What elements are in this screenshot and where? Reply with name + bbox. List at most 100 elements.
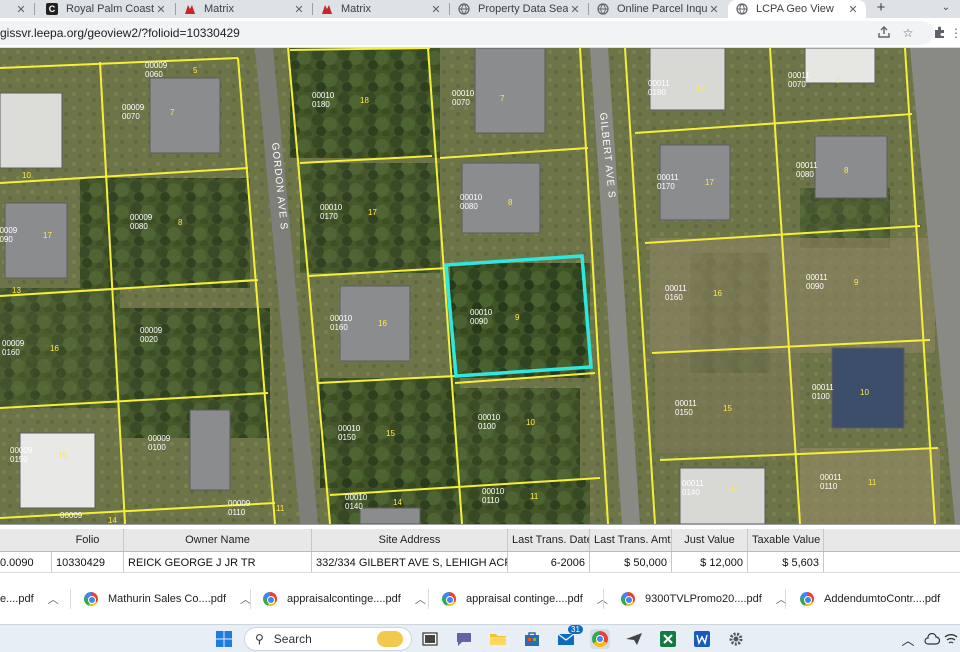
tab-search-chevron-icon[interactable]: ⌄ [936,0,956,18]
col-owner-name[interactable]: Owner Name [124,529,312,551]
send-arrow-icon[interactable] [624,629,644,649]
parcel-id-block: 00010 [460,193,483,202]
settings-gear-icon[interactable] [726,629,746,649]
windows-start-icon[interactable] [214,629,234,649]
globe-icon [597,3,609,15]
close-tab-icon[interactable]: ✕ [14,3,28,16]
excel-icon[interactable] [658,629,678,649]
close-tab-icon[interactable]: ✕ [846,3,860,16]
parcel-id-lot: 0060 [145,70,163,79]
download-item[interactable]: Mathurin Sales Co....pdf ︿ [84,585,251,613]
parcel-lot-number: 11 [530,492,539,501]
col-just-value[interactable]: Just Value [672,529,748,551]
chrome-taskbar-icon[interactable] [590,629,610,649]
parcel-lot-number: 16 [50,344,59,353]
more-menu-icon[interactable]: ⋮ [950,25,960,41]
mail-icon[interactable]: 31 [556,625,583,649]
taskbar-search-box[interactable]: ⚲ Search [244,627,412,651]
close-tab-icon[interactable]: ✕ [154,3,168,16]
parcel-id-block: 00010 [452,89,475,98]
parcel-lot-number: 17 [43,231,52,240]
parcel-id-block: 00011 [788,71,810,80]
close-tab-icon[interactable]: ✕ [568,3,582,16]
parcel-id-block: 00009 [0,226,18,235]
tab-matrix-1[interactable]: Matrix ✕ [176,0,312,18]
tab-strip: ✕ C Royal Palm Coast REA ✕ Matrix ✕ Matr… [0,0,960,18]
tab-0[interactable]: ✕ [0,0,34,18]
parcel-id-lot: 0100 [812,392,830,401]
col-taxable-value[interactable]: Taxable Value [748,529,824,551]
parcel-id-lot: 0180 [312,100,330,109]
download-item[interactable]: appraisalcontinge....pdf ︿ [263,585,426,613]
parcel-id-lot: 0070 [788,80,806,89]
word-icon[interactable] [692,629,712,649]
chrome-icon [84,592,98,606]
tab-online-parcel-inquiry[interactable]: Online Parcel Inquiry ✕ [589,0,727,18]
parcel-id-lot: 0110 [228,508,246,517]
teams-chat-icon[interactable] [454,629,474,649]
parcel-map[interactable]: GORDON AVE S GILBERT AVE S 00010 0090 9 … [0,48,960,524]
chevron-up-icon[interactable]: ︿ [48,591,59,607]
search-highlight-icon [377,631,403,647]
parcel-id-block: 00009 [145,61,168,70]
store-icon[interactable] [522,629,542,649]
wifi-icon[interactable] [944,629,958,649]
parcel-id-lot: 0090 [0,235,13,244]
parcel-id-lot: 0100 [478,422,496,431]
aerial-map-canvas[interactable]: GORDON AVE S GILBERT AVE S 00010 0090 9 … [0,48,960,524]
taskbar: ⚲ Search 31 ︿ [0,624,960,652]
download-item[interactable]: 9300TVLPromo20....pdf ︿ [621,585,787,613]
url-text[interactable]: gissvr.leepa.org/geoview2/?folioid=10330… [0,26,240,40]
parcel-id-lot: 0170 [657,182,675,191]
tab-royal-palm[interactable]: C Royal Palm Coast REA ✕ [38,0,174,18]
close-tab-icon[interactable]: ✕ [292,3,306,16]
parcel-id-block: 00011 [806,273,828,282]
download-item[interactable]: appraisal continge....pdf ︿ [442,585,608,613]
col-folio[interactable]: Folio [52,529,124,551]
close-tab-icon[interactable]: ✕ [707,3,721,16]
parcel-lot-number: 9 [854,278,859,287]
close-tab-icon[interactable]: ✕ [429,3,443,16]
tab-property-data-search[interactable]: Property Data Search ✕ [450,0,588,18]
parcel-id-lot: 0180 [648,88,666,97]
col-site-address[interactable]: Site Address [312,529,508,551]
chevron-up-icon[interactable]: ︿ [415,591,426,607]
parcel-lot-number: 7 [170,108,175,117]
svg-text:00010: 00010 [470,308,493,317]
parcel-id-lot: 0160 [330,323,348,332]
parcel-id-block: 00011 [648,79,670,88]
parcel-lot-number: 7 [836,76,841,85]
parcel-id-lot: 0160 [2,348,20,357]
parcel-id-block: 00011 [665,284,687,293]
download-item[interactable]: e....pdf ︿ [0,585,59,613]
cloud-icon[interactable] [922,629,942,649]
tab-lcpa-geo-view[interactable]: LCPA Geo View ✕ [728,0,866,18]
parcel-id-lot: 0070 [122,112,140,121]
new-tab-button[interactable]: + [872,0,890,18]
download-item[interactable]: AddendumtoContr....pdf [800,585,940,613]
chevron-up-tray-icon[interactable]: ︿ [898,629,918,649]
file-explorer-icon[interactable] [488,629,508,649]
share-icon[interactable] [876,25,892,41]
parcel-lot-number: 15 [386,429,395,438]
notification-badge: 31 [568,625,583,634]
bookmark-star-icon[interactable]: ☆ [900,25,916,41]
cell-owner: REICK GEORGE J JR TR [124,552,312,574]
parcel-id-block: 00011 [812,383,834,392]
omnibox[interactable]: gissvr.leepa.org/geoview2/?folioid=10330… [0,21,934,45]
downloads-bar: e....pdf ︿ Mathurin Sales Co....pdf ︿ ap… [0,572,960,624]
chrome-icon [800,592,814,606]
tab-matrix-2[interactable]: Matrix ✕ [313,0,449,18]
col-last-trans-amt[interactable]: Last Trans. Amt [590,529,672,551]
chrome-icon [621,592,635,606]
table-row[interactable]: 0.0090 10330429 REICK GEORGE J JR TR 332… [0,551,960,574]
parcel-id-block: 00011 [796,161,818,170]
parcel-id-block: 00011 [657,173,679,182]
parcel-id-lot: 0100 [148,443,166,452]
parcel-id-block: 00009 [122,103,145,112]
extensions-puzzle-icon[interactable] [932,25,948,41]
col-last-trans-date[interactable]: Last Trans. Date [508,529,590,551]
task-view-icon[interactable] [420,629,440,649]
globe-icon [458,3,470,15]
parcel-id-lot: 0150 [10,455,28,464]
